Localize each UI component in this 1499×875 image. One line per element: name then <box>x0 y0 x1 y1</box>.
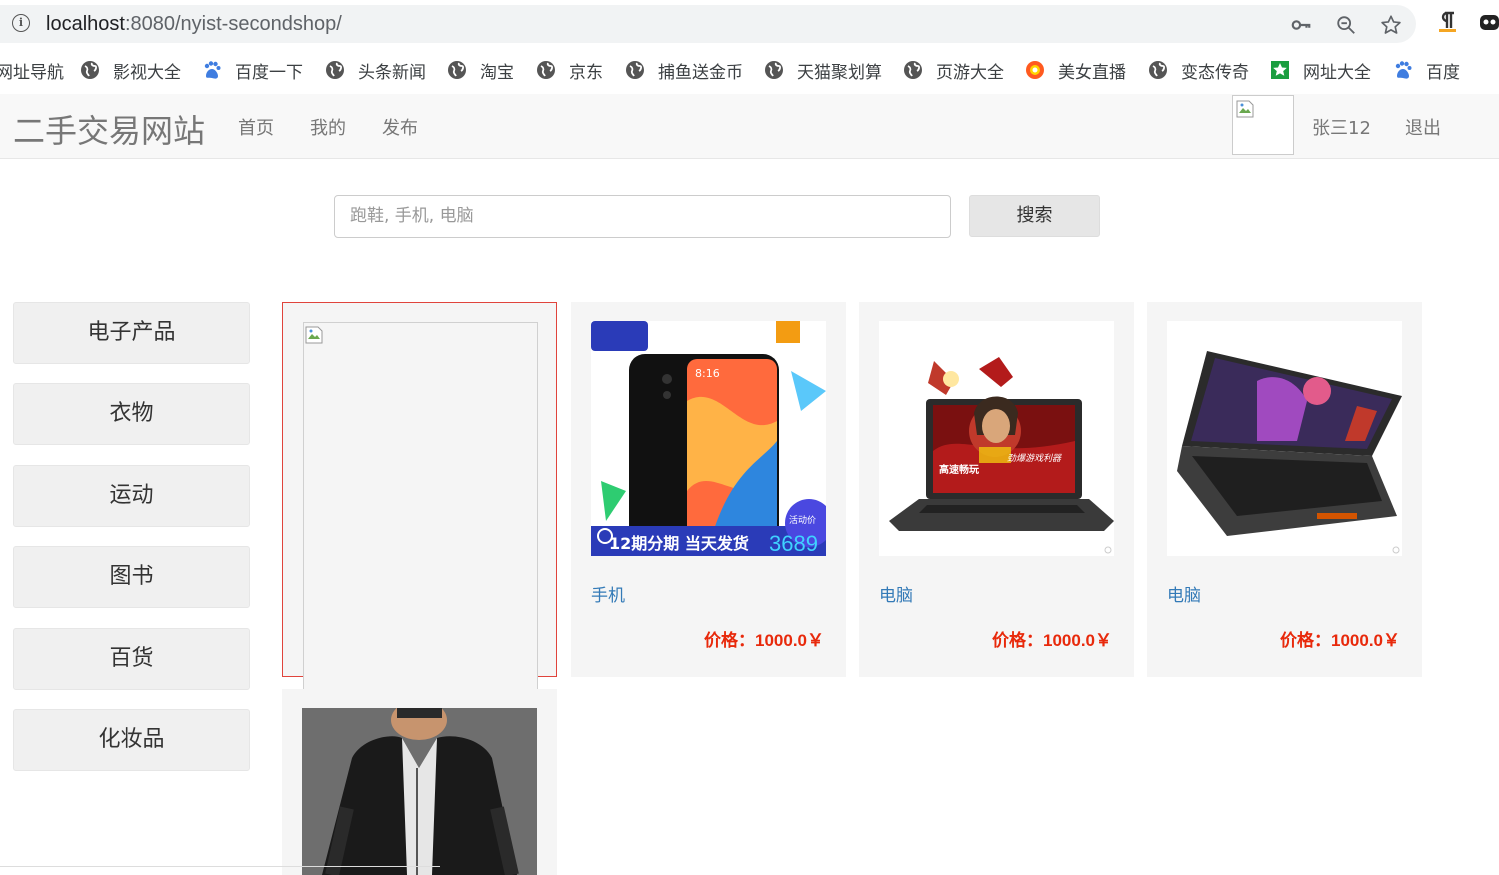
bookmarks-bar: 网址导航 影视大全 百度一下 头条新闻 淘宝 京东 捕鱼送金币 天猫聚划算 页游… <box>0 48 1499 94</box>
star-grid-icon <box>1271 61 1289 79</box>
zoom-icon[interactable] <box>1335 14 1357 36</box>
product-image[interactable] <box>1167 321 1402 556</box>
laptop-product-photo <box>1167 321 1402 556</box>
search-input[interactable]: 跑鞋, 手机, 电脑 <box>334 195 951 238</box>
globe-icon <box>1149 61 1167 79</box>
product-card[interactable] <box>282 302 557 692</box>
broken-image-icon <box>1236 100 1254 118</box>
url-text[interactable]: localhost:8080/nyist-secondshop/ <box>46 13 342 36</box>
paragraph-extension-icon[interactable] <box>1436 10 1458 34</box>
bookmark-item[interactable]: 头条新闻 <box>325 58 426 83</box>
bookmark-label: 百度一下 <box>235 62 303 83</box>
bookmark-item[interactable]: 变态传奇 <box>1148 58 1249 83</box>
bookmark-item[interactable]: 网址大全 <box>1270 58 1371 83</box>
address-bar[interactable]: i localhost:8080/nyist-secondshop/ <box>0 5 1416 43</box>
category-electronics[interactable]: 电子产品 <box>13 302 250 364</box>
bookmark-label: 网址导航 <box>0 62 64 83</box>
bookmark-star-icon[interactable] <box>1380 14 1402 36</box>
phone-product-photo: 8:16 活动价 12期分期 当天发货 3689 <box>591 321 826 556</box>
globe-icon <box>537 61 555 79</box>
bookmark-item[interactable]: 网址导航 <box>0 58 64 83</box>
bookmark-item[interactable]: 淘宝 <box>447 58 514 83</box>
bookmark-label: 淘宝 <box>480 62 514 83</box>
bookmark-label: 京东 <box>569 62 603 83</box>
phone-screen-time: 8:16 <box>695 367 720 380</box>
url-host: localhost <box>46 13 125 35</box>
baidu-paw-icon <box>204 61 221 79</box>
product-image[interactable] <box>302 708 537 875</box>
site-navbar: 二手交易网站 首页 我的 发布 张三12 退出 <box>0 94 1499 159</box>
logout-link[interactable]: 退出 <box>1405 114 1441 140</box>
bookmark-label: 变态传奇 <box>1181 62 1249 83</box>
bookmark-item[interactable]: 百度 <box>1393 58 1460 83</box>
product-price: 价格：1000.0￥ <box>704 631 824 650</box>
bookmark-item[interactable]: 影视大全 <box>80 58 181 83</box>
bookmark-item[interactable]: 美女直播 <box>1025 58 1126 83</box>
phone-banner-text: 12期分期 当天发货 <box>609 534 749 553</box>
product-image[interactable]: 8:16 活动价 12期分期 当天发货 3689 <box>591 321 826 556</box>
jacket-product-photo <box>302 708 537 875</box>
laptop-product-photo: 高速畅玩 劲爆游戏利器 <box>879 321 1114 556</box>
product-price: 价格：1000.0￥ <box>992 631 1112 650</box>
product-image[interactable]: 高速畅玩 劲爆游戏利器 <box>879 321 1114 556</box>
product-price: 价格：1000.0￥ <box>1280 631 1400 650</box>
bookmark-label: 百度 <box>1426 62 1460 83</box>
bookmark-label: 头条新闻 <box>358 62 426 83</box>
key-icon[interactable] <box>1290 14 1312 36</box>
product-card[interactable]: 高速畅玩 劲爆游戏利器 电脑 价格：1000.0￥ <box>859 302 1134 677</box>
search-button[interactable]: 搜索 <box>969 195 1100 237</box>
category-general[interactable]: 百货 <box>13 628 250 690</box>
live-icon <box>1026 61 1044 79</box>
nav-publish[interactable]: 发布 <box>382 114 418 140</box>
product-card[interactable]: 8:16 活动价 12期分期 当天发货 3689 手机 价格：1000.0￥ <box>571 302 846 677</box>
url-path: :8080/nyist-secondshop/ <box>124 13 342 35</box>
globe-icon <box>81 61 99 79</box>
category-books[interactable]: 图书 <box>13 546 250 608</box>
product-title[interactable]: 电脑 <box>879 581 913 606</box>
bookmark-item[interactable]: 京东 <box>536 58 603 83</box>
divider <box>0 866 440 867</box>
globe-icon <box>904 61 922 79</box>
username-link[interactable]: 张三12 <box>1312 114 1371 140</box>
baidu-paw-icon <box>1395 61 1412 79</box>
bookmark-item[interactable]: 天猫聚划算 <box>764 58 882 83</box>
laptop-screen-text-2: 劲爆游戏利器 <box>1007 453 1062 464</box>
avatar[interactable] <box>1232 95 1294 155</box>
info-icon[interactable]: i <box>12 14 30 32</box>
bookmark-item[interactable]: 百度一下 <box>202 58 303 83</box>
site-brand[interactable]: 二手交易网站 <box>13 106 205 152</box>
nav-mine[interactable]: 我的 <box>310 114 346 140</box>
bookmark-label: 捕鱼送金币 <box>658 62 743 83</box>
globe-icon <box>448 61 466 79</box>
product-card[interactable] <box>282 689 557 875</box>
bookmark-label: 影视大全 <box>113 62 181 83</box>
globe-icon <box>626 61 644 79</box>
bookmark-label: 美女直播 <box>1058 62 1126 83</box>
bookmark-label: 天猫聚划算 <box>797 62 882 83</box>
browser-toolbar: i localhost:8080/nyist-secondshop/ <box>0 0 1499 48</box>
nav-home[interactable]: 首页 <box>238 114 274 140</box>
category-cosmetics[interactable]: 化妆品 <box>13 709 250 771</box>
product-image[interactable] <box>303 322 538 692</box>
globe-icon <box>765 61 783 79</box>
product-title[interactable]: 电脑 <box>1167 581 1201 606</box>
bookmark-label: 网址大全 <box>1303 62 1371 83</box>
product-card[interactable]: 电脑 价格：1000.0￥ <box>1147 302 1422 677</box>
bookmark-label: 页游大全 <box>936 62 1004 83</box>
laptop-screen-text-1: 高速畅玩 <box>939 463 979 476</box>
globe-icon <box>326 61 344 79</box>
bookmark-item[interactable]: 页游大全 <box>903 58 1004 83</box>
product-title[interactable]: 手机 <box>591 581 625 606</box>
bookmark-item[interactable]: 捕鱼送金币 <box>625 58 743 83</box>
phone-badge-text: 活动价 <box>789 514 816 526</box>
phone-banner-price: 3689 <box>769 531 818 556</box>
broken-image-icon <box>305 326 323 344</box>
extension-icon[interactable] <box>1478 10 1499 34</box>
category-clothing[interactable]: 衣物 <box>13 383 250 445</box>
category-sports[interactable]: 运动 <box>13 465 250 527</box>
